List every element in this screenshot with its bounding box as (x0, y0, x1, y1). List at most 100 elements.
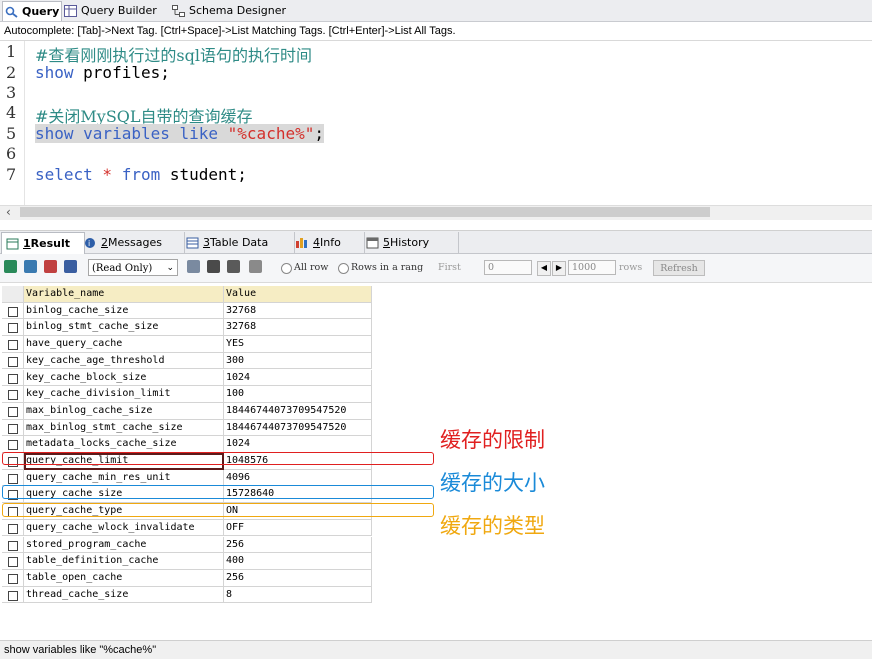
value-cell[interactable]: 256 (224, 569, 372, 587)
tab-query[interactable]: Query (2, 1, 62, 21)
tab-schema-designer[interactable]: Schema Designer (172, 1, 296, 20)
value-cell[interactable]: 8 (224, 586, 372, 604)
table-row[interactable]: max_binlog_stmt_cache_size 18446744073709… (2, 419, 372, 437)
variable-name-cell[interactable]: query_cache_wlock_invalidate (24, 519, 224, 537)
value-cell[interactable]: YES (224, 336, 372, 353)
row-count-input[interactable]: 1000 (568, 260, 616, 275)
refresh-button[interactable]: Refresh (653, 260, 705, 276)
code-line-2: show profiles; (35, 63, 170, 82)
value-cell[interactable]: 32768 (224, 302, 372, 320)
variable-name-cell[interactable]: binlog_cache_size (24, 302, 224, 320)
row-checkbox[interactable] (8, 390, 18, 401)
row-select-cell (2, 586, 24, 604)
add-row-icon[interactable] (187, 260, 200, 273)
table-row[interactable]: query_cache_min_res_unit 4096 (2, 469, 372, 487)
row-checkbox[interactable] (8, 440, 18, 451)
row-select-cell (2, 436, 24, 453)
tab-info[interactable]: 4 Info (292, 232, 365, 253)
row-checkbox[interactable] (8, 557, 18, 568)
code-line-7: select * from student; (35, 165, 247, 184)
table-row[interactable]: binlog_stmt_cache_size 32768 (2, 319, 372, 337)
prev-page-icon[interactable]: ◀ (537, 261, 551, 276)
row-checkbox[interactable] (8, 523, 18, 534)
row-checkbox[interactable] (8, 473, 18, 484)
row-checkbox[interactable] (8, 573, 18, 584)
value-cell[interactable]: 100 (224, 386, 372, 403)
value-cell[interactable]: 300 (224, 352, 372, 370)
result-mode-select[interactable]: (Read Only) ⌄ (88, 259, 178, 276)
save-icon[interactable] (207, 260, 220, 273)
value-cell[interactable]: 18446744073709547520 (224, 402, 372, 420)
tab-result[interactable]: 1 Result (1, 232, 85, 254)
grid-view-icon[interactable] (64, 260, 77, 273)
table-row[interactable]: binlog_cache_size 32768 (2, 302, 372, 320)
table-row[interactable]: table_open_cache 256 (2, 569, 372, 587)
table-row[interactable]: table_definition_cache 400 (2, 553, 372, 570)
row-checkbox[interactable] (8, 356, 18, 367)
row-checkbox[interactable] (8, 373, 18, 384)
table-row[interactable]: stored_program_cache 256 (2, 536, 372, 554)
tab-query-builder[interactable]: Query Builder (64, 1, 164, 20)
table-row[interactable]: have_query_cache YES (2, 336, 372, 353)
filter-icon[interactable] (249, 260, 262, 273)
variable-name-cell[interactable]: metadata_locks_cache_size (24, 436, 224, 453)
table-row[interactable]: thread_cache_size 8 (2, 586, 372, 604)
table-row[interactable]: metadata_locks_cache_size 1024 (2, 436, 372, 453)
scroll-left-icon[interactable]: ‹ (6, 205, 11, 219)
variable-name-cell[interactable]: binlog_stmt_cache_size (24, 319, 224, 337)
row-checkbox[interactable] (8, 540, 18, 551)
variable-name-cell[interactable]: max_binlog_cache_size (24, 402, 224, 420)
copy-icon[interactable] (24, 260, 37, 273)
row-checkbox[interactable] (8, 323, 18, 334)
value-cell[interactable]: OFF (224, 519, 372, 537)
row-checkbox[interactable] (8, 423, 18, 434)
row-checkbox[interactable] (8, 590, 18, 601)
variable-name-cell[interactable]: table_open_cache (24, 569, 224, 587)
variable-name-cell[interactable]: query_cache_min_res_unit (24, 469, 224, 487)
annotation-box-size (2, 485, 434, 499)
row-checkbox[interactable] (8, 340, 18, 351)
table-row[interactable]: key_cache_block_size 1024 (2, 369, 372, 387)
variable-name-cell[interactable]: key_cache_division_limit (24, 386, 224, 403)
scrollbar-thumb[interactable] (20, 207, 710, 217)
table-row[interactable]: max_binlog_cache_size 1844674407370954752… (2, 402, 372, 420)
value-cell[interactable]: 400 (224, 553, 372, 570)
variable-name-cell[interactable]: key_cache_block_size (24, 369, 224, 387)
first-row-input[interactable]: 0 (484, 260, 532, 275)
variable-name-cell[interactable]: stored_program_cache (24, 536, 224, 554)
value-cell[interactable]: 32768 (224, 319, 372, 337)
delete-row-icon[interactable] (44, 260, 57, 273)
column-header-variable-name[interactable]: Variable_name (24, 286, 224, 303)
value-cell[interactable]: 1024 (224, 369, 372, 387)
variable-name-cell[interactable]: max_binlog_stmt_cache_size (24, 419, 224, 437)
rows-range-radio[interactable] (338, 263, 349, 274)
table-row[interactable]: query_cache_wlock_invalidate OFF (2, 519, 372, 537)
value-cell[interactable]: 4096 (224, 469, 372, 487)
trash-icon[interactable] (227, 260, 240, 273)
value-cell[interactable]: 1024 (224, 436, 372, 453)
row-checkbox[interactable] (8, 306, 18, 317)
table-row[interactable]: key_cache_division_limit 100 (2, 386, 372, 403)
all-rows-radio[interactable] (281, 263, 292, 274)
next-page-icon[interactable]: ▶ (552, 261, 566, 276)
line-number: 3 (6, 83, 17, 102)
variable-name-cell[interactable]: key_cache_age_threshold (24, 352, 224, 370)
line-number: 4 (6, 103, 17, 122)
line-number: 6 (6, 144, 17, 163)
row-checkbox[interactable] (8, 406, 18, 417)
tab-history-num: 5 (383, 236, 390, 249)
variable-name-cell[interactable]: thread_cache_size (24, 586, 224, 604)
variable-name-cell[interactable]: table_definition_cache (24, 553, 224, 570)
value-cell[interactable]: 256 (224, 536, 372, 554)
table-row[interactable]: key_cache_age_threshold 300 (2, 352, 372, 370)
variable-name-cell[interactable]: have_query_cache (24, 336, 224, 353)
pane-splitter[interactable] (0, 220, 872, 231)
tab-table-data[interactable]: 3 Table Data (182, 232, 295, 253)
column-header-value[interactable]: Value (224, 286, 372, 303)
code-string: "%cache%" (227, 124, 315, 143)
tab-history[interactable]: 5 History (362, 232, 459, 253)
tab-messages[interactable]: i 2 Messages (80, 232, 185, 253)
value-cell[interactable]: 18446744073709547520 (224, 419, 372, 437)
code-operator: * (92, 165, 122, 184)
export-icon[interactable] (4, 260, 17, 273)
